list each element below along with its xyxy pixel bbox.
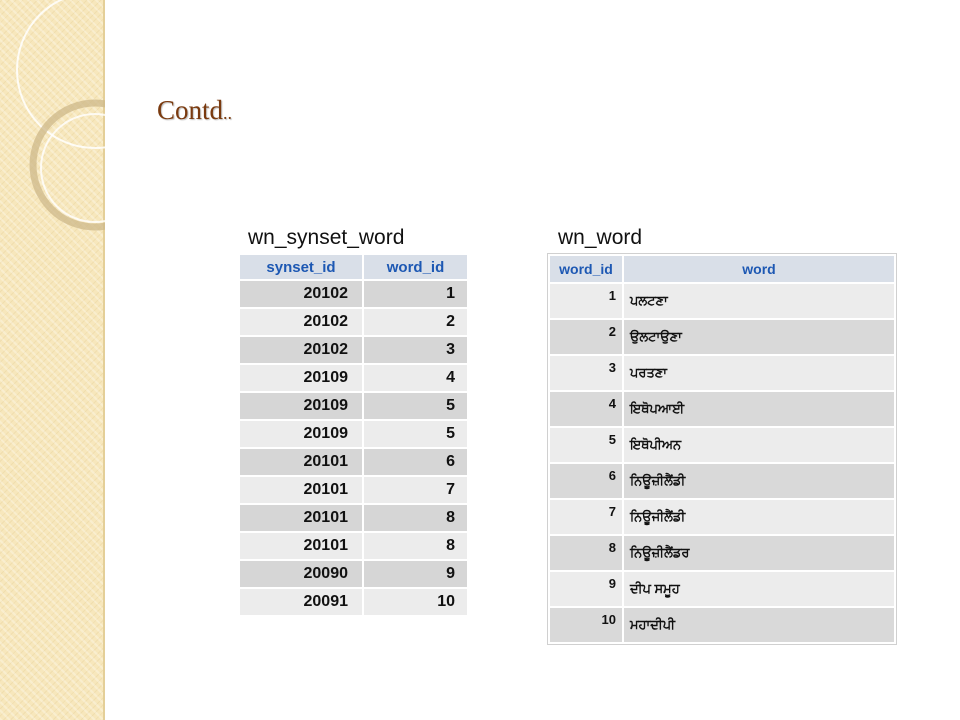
- table-cell: 20091: [240, 589, 362, 615]
- table-cell: ਉਲਟਾਉਣਾ: [624, 320, 894, 354]
- table-cell: ਨਿਊਜੀਲੈਂਡੀ: [624, 500, 894, 534]
- table-cell: 20109: [240, 365, 362, 391]
- table-cell: 20101: [240, 449, 362, 475]
- table-row: 2 ਉਲਟਾਉਣਾ: [550, 320, 894, 354]
- table-cell: ਪਲਟਣਾ: [624, 284, 894, 318]
- table-row: 9 ਦੀਪ ਸਮੂਹ: [550, 572, 894, 606]
- table-cell: 20109: [240, 421, 362, 447]
- table-cell: 20102: [240, 281, 362, 307]
- table-cell: 8: [364, 533, 467, 559]
- table-cell: 5: [550, 428, 622, 462]
- table-cell: 7: [364, 477, 467, 503]
- table-row: 20109 5: [240, 421, 467, 447]
- decorative-circles: [16, 0, 105, 231]
- table-cell: ਪਰਤਣਾ: [624, 356, 894, 390]
- wn-synset-word-table: synset_id word_id 20102 1 20102 2 20102 3 2010…: [238, 253, 469, 617]
- table-row: 20102 2: [240, 309, 467, 335]
- right-table-label: wn_word: [558, 226, 643, 249]
- column-header-word-id[interactable]: word_id: [364, 255, 467, 279]
- table-cell: 5: [364, 393, 467, 419]
- wn-word-body: 1 ਪਲਟਣਾ 2 ਉਲਟਾਉਣਾ 3 ਪਰਤਣਾ 4 ਇਥੋਪਆਈ 5 ਇਥੋਪੀਅਨ 6 ਨਿਊਜ…: [550, 284, 894, 642]
- table-cell: 6: [550, 464, 622, 498]
- table-row: 4 ਇਥੋਪਆਈ: [550, 392, 894, 426]
- table-row: 8 ਨਿਊਜ਼ੀਲੈਂਡਰ: [550, 536, 894, 570]
- table-cell: 3: [550, 356, 622, 390]
- table-row: 20101 7: [240, 477, 467, 503]
- table-cell: 7: [550, 500, 622, 534]
- table-row: 20091 10: [240, 589, 467, 615]
- table-row: 20102 1: [240, 281, 467, 307]
- table-header-row: word_id word: [550, 256, 894, 282]
- slide-title-text: Contd: [157, 95, 224, 125]
- table-cell: 20101: [240, 505, 362, 531]
- table-cell: 8: [550, 536, 622, 570]
- table-cell: 1: [550, 284, 622, 318]
- table-row: 1 ਪਲਟਣਾ: [550, 284, 894, 318]
- table-cell: 20102: [240, 337, 362, 363]
- table-cell: ਨਿਊਜ਼ੀਲੈਂਡਰ: [624, 536, 894, 570]
- table-cell: 20101: [240, 477, 362, 503]
- slide-title-dots: ..: [223, 103, 233, 123]
- table-row: 6 ਨਿਊਜ਼ੀਲੈਂਡੀ: [550, 464, 894, 498]
- wn-synset-word-body: 20102 1 20102 2 20102 3 20109 4 20109 5 20109 5 2010…: [240, 281, 467, 615]
- table-cell: 5: [364, 421, 467, 447]
- decorative-side-band: [0, 0, 105, 720]
- table-header-row: synset_id word_id: [240, 255, 467, 279]
- table-cell: 8: [364, 505, 467, 531]
- table-cell: 10: [364, 589, 467, 615]
- wn-word-table: word_id word 1 ਪਲਟਣਾ 2 ਉਲਟਾਉਣਾ 3 ਪਰਤਣਾ 4 ਇਥੋਪਆਈ…: [547, 253, 897, 645]
- table-cell: ਨਿਊਜ਼ੀਲੈਂਡੀ: [624, 464, 894, 498]
- column-header-word-id[interactable]: word_id: [550, 256, 622, 282]
- column-header-synset-id[interactable]: synset_id: [240, 255, 362, 279]
- table-cell: 10: [550, 608, 622, 642]
- table-cell: 4: [364, 365, 467, 391]
- table-cell: 1: [364, 281, 467, 307]
- table-row: 20090 9: [240, 561, 467, 587]
- table-cell: 20090: [240, 561, 362, 587]
- table-cell: ਮਹਾਦੀਪੀ: [624, 608, 894, 642]
- table-cell: ਇਥੋਪੀਅਨ: [624, 428, 894, 462]
- table-cell: 9: [364, 561, 467, 587]
- table-cell: 20102: [240, 309, 362, 335]
- table-row: 7 ਨਿਊਜੀਲੈਂਡੀ: [550, 500, 894, 534]
- table-row: 20109 4: [240, 365, 467, 391]
- table-cell: 2: [364, 309, 467, 335]
- table-row: 20101 8: [240, 533, 467, 559]
- table-row: 20101 8: [240, 505, 467, 531]
- column-header-word[interactable]: word: [624, 256, 894, 282]
- table-cell: 2: [550, 320, 622, 354]
- table-cell: ਇਥੋਪਆਈ: [624, 392, 894, 426]
- table-row: 20102 3: [240, 337, 467, 363]
- slide-title: Contd..: [157, 95, 232, 126]
- table-row: 20101 6: [240, 449, 467, 475]
- table-cell: 4: [550, 392, 622, 426]
- left-table-label: wn_synset_word: [248, 226, 405, 249]
- table-cell: ਦੀਪ ਸਮੂਹ: [624, 572, 894, 606]
- table-cell: 3: [364, 337, 467, 363]
- table-row: 3 ਪਰਤਣਾ: [550, 356, 894, 390]
- table-row: 5 ਇਥੋਪੀਅਨ: [550, 428, 894, 462]
- table-cell: 20101: [240, 533, 362, 559]
- table-cell: 20109: [240, 393, 362, 419]
- table-cell: 6: [364, 449, 467, 475]
- table-row: 20109 5: [240, 393, 467, 419]
- table-row: 10 ਮਹਾਦੀਪੀ: [550, 608, 894, 642]
- table-cell: 9: [550, 572, 622, 606]
